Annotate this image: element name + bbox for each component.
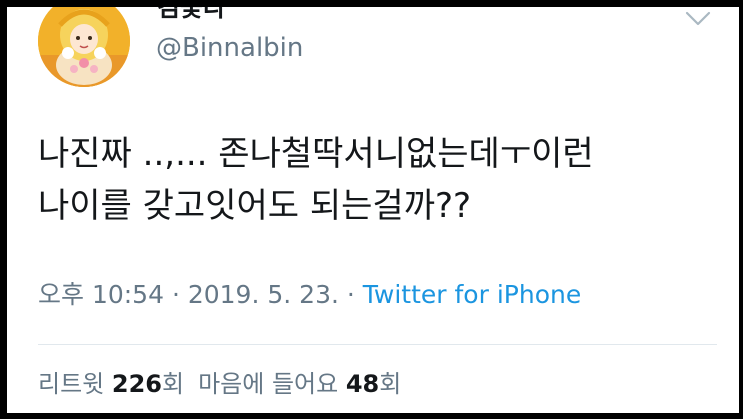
meta-separator: · [164, 280, 188, 309]
tweet-source-link[interactable]: Twitter for iPhone [363, 280, 581, 309]
chevron-down-icon[interactable] [683, 7, 713, 29]
avatar[interactable] [38, 7, 130, 87]
retweets-count: 226 [111, 370, 162, 398]
likes-unit: 회 [379, 370, 402, 398]
retweets-stat[interactable]: 리트윗 226회 [38, 370, 184, 398]
likes-stat[interactable]: 마음에 들어요 48회 [198, 370, 401, 398]
tweet-card: 김꽃다 @Binnalbin 나진짜 ..,... 존나철딱서니없는데ㅜ이런 나… [7, 7, 739, 413]
retweets-label: 리트윗 [38, 370, 105, 398]
user-handle[interactable]: @Binnalbin [156, 33, 303, 63]
retweets-unit: 회 [162, 370, 185, 398]
likes-label: 마음에 들어요 [198, 370, 339, 398]
tweet-text-line: 나진짜 ..,... 존나철딱서니없는데ㅜ이런 [38, 134, 594, 174]
tweet-stats: 리트윗 226회 마음에 들어요 48회 [38, 368, 401, 400]
meta-separator: · [338, 280, 363, 309]
tweet-time[interactable]: 오후 10:54 [38, 280, 164, 309]
display-name[interactable]: 김꽃다 [157, 7, 226, 23]
tweet-text-line: 나이를 갖고잇어도 되는걸까?? [38, 186, 472, 226]
divider [38, 344, 717, 345]
tweet-text: 나진짜 ..,... 존나철딱서니없는데ㅜ이런 나이를 갖고잇어도 되는걸까?? [38, 128, 728, 232]
avatar-illustration [38, 7, 130, 87]
tweet-meta: 오후 10:54 · 2019. 5. 23. · Twitter for iP… [38, 279, 581, 311]
likes-count: 48 [345, 370, 380, 398]
tweet-date[interactable]: 2019. 5. 23. [188, 280, 339, 309]
